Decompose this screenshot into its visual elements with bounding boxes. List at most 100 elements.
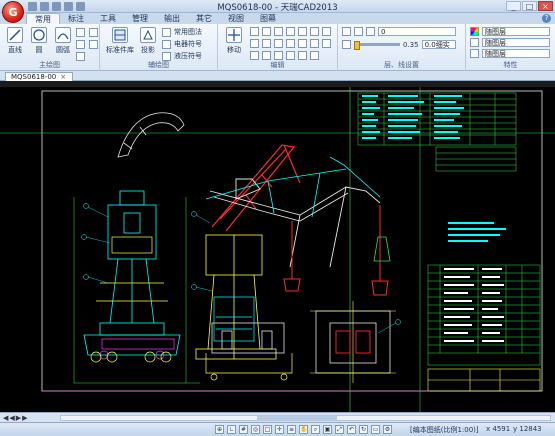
trim-icon[interactable] (322, 27, 331, 36)
common-drawing-item[interactable]: 常用图法 (162, 27, 202, 37)
close-button[interactable]: × (538, 1, 553, 11)
layout-tabs-bar: ◀◀▶▶ (0, 412, 555, 422)
notes-block (448, 222, 506, 242)
erase-icon[interactable] (322, 39, 331, 48)
ribbon-tabs: 常用 标注 工具 管理 输出 其它 视图 图幕 (26, 13, 284, 24)
point-icon[interactable] (89, 40, 98, 49)
weight-dropdown[interactable]: 随图层 (482, 49, 550, 58)
measure-icon[interactable] (310, 51, 319, 60)
move-button[interactable]: 移动 (222, 27, 246, 55)
properties-group: 随图层 随图层 随图层 特性 (466, 24, 555, 71)
polar-icon[interactable]: ◎ (251, 425, 260, 434)
coordinate-x: x 4591 (486, 425, 511, 433)
electric-symbol-icon (162, 39, 171, 49)
arc-button[interactable]: 圆弧 (51, 27, 75, 55)
osnap-icon[interactable]: □ (263, 425, 272, 434)
rectangle-icon[interactable] (76, 28, 85, 37)
snap-icon[interactable]: ⊕ (215, 425, 224, 434)
main-crane-jib-red (211, 144, 301, 232)
circle-button[interactable]: 圆 (27, 27, 51, 55)
layer-dropdown[interactable]: 0 (378, 27, 456, 36)
layer-on-icon[interactable] (354, 27, 363, 36)
line-icon (7, 27, 23, 43)
electric-symbol-label: 电器符号 (174, 40, 202, 48)
tab-common[interactable]: 常用 (26, 13, 60, 24)
match-props-icon[interactable] (286, 51, 295, 60)
layout-nav-icons[interactable]: ◀◀▶▶ (3, 414, 29, 422)
redraw-icon[interactable]: ↻ (359, 425, 368, 434)
polyline-icon[interactable] (76, 40, 85, 49)
color-dropdown[interactable]: 随图层 (482, 27, 550, 36)
linetype-row: 随图层 (470, 38, 550, 47)
break-icon[interactable] (262, 39, 271, 48)
lengthen-icon[interactable] (274, 51, 283, 60)
previous-view-icon[interactable]: ↶ (347, 425, 356, 434)
mirror-icon[interactable] (274, 27, 283, 36)
tab-dimension[interactable]: 标注 (60, 13, 92, 24)
array-icon[interactable] (298, 27, 307, 36)
align-icon[interactable] (250, 51, 259, 60)
tracking-icon[interactable]: ✛ (275, 425, 284, 434)
right-detail-yellow (310, 301, 396, 383)
layer-group-label: 层、线设置 (384, 61, 419, 69)
extend-icon[interactable] (250, 39, 259, 48)
drawing-canvas[interactable] (0, 87, 555, 412)
scroll-thumb[interactable] (256, 416, 337, 420)
title-bar: MQS0618-00 - 天瑞CAD2013 _ □ × (0, 0, 555, 13)
grab-hook-drawing (117, 112, 185, 158)
document-tabs-bar: MQS0618-00 × (0, 71, 555, 81)
zoom-icon[interactable]: ⌕ (311, 425, 320, 434)
join-icon[interactable] (262, 51, 271, 60)
app-logo[interactable]: G (2, 1, 24, 23)
explode-icon[interactable] (310, 39, 319, 48)
scale-icon[interactable] (286, 27, 295, 36)
move-icon (226, 27, 242, 43)
document-tab-label: MQS0618-00 (11, 73, 57, 81)
maximize-button[interactable]: □ (522, 1, 537, 11)
linewidth-dropdown[interactable]: 0.0细实 (421, 40, 456, 49)
status-text: [编本图纸(比例1:00)] (410, 426, 479, 434)
zoom-window-icon[interactable]: ▣ (323, 425, 332, 434)
rotate-icon[interactable] (262, 27, 271, 36)
fillet-icon[interactable] (274, 39, 283, 48)
lineweight-icon[interactable] (342, 40, 351, 49)
settings-icon[interactable]: ⚙ (383, 425, 392, 434)
common-drawing-icon (162, 27, 171, 37)
copy-icon[interactable] (250, 27, 259, 36)
layer-lock-icon[interactable] (366, 27, 375, 36)
projection-button[interactable]: 投影 (136, 27, 160, 55)
linetype-dropdown[interactable]: 随图层 (482, 38, 550, 47)
lineweight-slider[interactable] (354, 41, 400, 50)
tab-tools[interactable]: 工具 (92, 13, 124, 24)
measure-tool-icon[interactable]: ▭ (371, 425, 380, 434)
zoom-extents-icon[interactable]: ⤢ (335, 425, 344, 434)
window-title: MQS0618-00 - 天瑞CAD2013 (217, 3, 338, 13)
edit-group: 移动 编辑 (218, 24, 338, 71)
horizontal-scrollbar[interactable] (60, 415, 551, 421)
stretch-icon[interactable] (298, 39, 307, 48)
tab-screen[interactable]: 图幕 (252, 13, 284, 24)
chamfer-icon[interactable] (286, 39, 295, 48)
divide-icon[interactable] (298, 51, 307, 60)
close-tab-icon[interactable]: × (60, 73, 66, 81)
tab-other[interactable]: 其它 (188, 13, 220, 24)
help-icon[interactable]: ? (542, 14, 551, 23)
tab-manage[interactable]: 管理 (124, 13, 156, 24)
grid-icon[interactable]: # (239, 425, 248, 434)
aux-group-label: 辅绘图 (148, 61, 169, 69)
layer-row-1: 0 (342, 27, 456, 36)
offset-icon[interactable] (310, 27, 319, 36)
standard-parts-button[interactable]: 标准件库 (106, 27, 134, 55)
electric-symbol-item[interactable]: 电器符号 (162, 39, 202, 49)
layer-manager-icon[interactable] (342, 27, 351, 36)
lineweight-toggle-icon[interactable]: ≡ (287, 425, 296, 434)
minimize-button[interactable]: _ (506, 1, 521, 11)
ortho-icon[interactable]: ∟ (227, 425, 236, 434)
linetype-icon (470, 38, 479, 47)
tab-view[interactable]: 视图 (220, 13, 252, 24)
tab-output[interactable]: 输出 (156, 13, 188, 24)
pan-icon[interactable]: ✋ (299, 425, 308, 434)
document-tab[interactable]: MQS0618-00 × (5, 72, 74, 81)
line-button[interactable]: 直线 (3, 27, 27, 55)
text-icon[interactable] (89, 28, 98, 37)
